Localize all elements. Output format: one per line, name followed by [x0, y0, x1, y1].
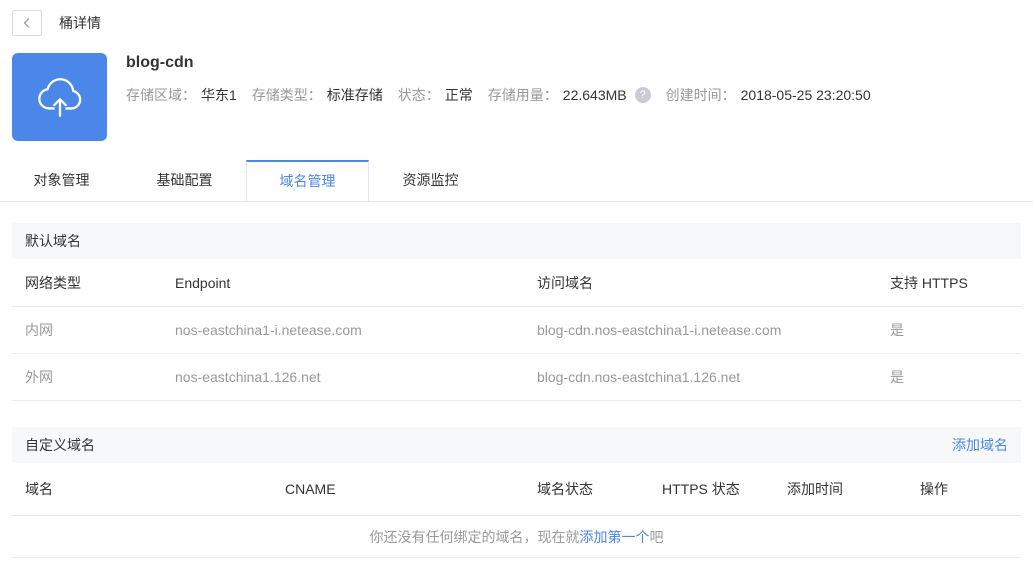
column-https-status: HTTPS 状态 [662, 481, 740, 497]
chevron-left-icon [23, 18, 30, 28]
table-row: 内网 nos-eastchina1-i.netease.com blog-cdn… [12, 307, 1021, 354]
tab-object-management[interactable]: 对象管理 [0, 160, 123, 201]
column-actions: 操作 [920, 481, 948, 497]
custom-domain-table-header: 域名 CNAME 域名状态 HTTPS 状态 添加时间 操作 [12, 463, 1021, 516]
table-row: 外网 nos-eastchina1.126.net blog-cdn.nos-e… [12, 354, 1021, 401]
empty-state-text: 你还没有任何绑定的域名，现在就 [369, 529, 580, 545]
column-endpoint: Endpoint [175, 274, 231, 291]
custom-domain-title: 自定义域名 [25, 437, 95, 453]
cell-https-support: 是 [890, 369, 904, 385]
column-https-support: 支持 HTTPS [890, 274, 968, 291]
topbar: 桶详情 [12, 10, 1021, 36]
tab-domain-management[interactable]: 域名管理 [246, 160, 369, 201]
help-icon[interactable]: ? [634, 87, 651, 103]
tab-basic-config[interactable]: 基础配置 [123, 160, 246, 201]
bucket-icon [12, 53, 107, 141]
cell-network-type: 内网 [25, 322, 53, 338]
default-domain-section-header: 默认域名 [12, 223, 1021, 259]
detail-created-time: 创建时间： 2018-05-25 23:20:50 [665, 87, 871, 103]
bucket-name: blog-cdn [126, 54, 194, 71]
cell-network-type: 外网 [25, 369, 53, 385]
detail-storage-usage: 存储用量： 22.643MB ? [488, 85, 651, 105]
cloud-upload-icon [37, 78, 81, 117]
bucket-header: blog-cdn 存储区域： 华东1 存储类型： 标准存储 状态： 正常 存储用… [12, 53, 1021, 141]
tab-resource-monitor[interactable]: 资源监控 [369, 160, 492, 201]
detail-storage-type: 存储类型： 标准存储 [251, 87, 383, 103]
tab-bar: 对象管理 基础配置 域名管理 资源监控 [0, 160, 1033, 202]
back-button[interactable] [12, 10, 42, 36]
bucket-details: 存储区域： 华东1 存储类型： 标准存储 状态： 正常 存储用量： 22.643… [126, 85, 886, 105]
default-domain-title: 默认域名 [25, 233, 81, 249]
cell-access-domain: blog-cdn.nos-eastchina1.126.net [537, 369, 741, 385]
add-first-domain-link[interactable]: 添加第一个 [580, 529, 650, 545]
custom-domain-section: 自定义域名 添加域名 域名 CNAME 域名状态 HTTPS 状态 添加时间 操… [12, 427, 1021, 558]
empty-state-text-suffix: 吧 [649, 529, 664, 545]
column-cname: CNAME [285, 481, 336, 497]
column-access-domain: 访问域名 [537, 274, 593, 291]
bucket-info: blog-cdn 存储区域： 华东1 存储类型： 标准存储 状态： 正常 存储用… [126, 53, 886, 141]
empty-state: 你还没有任何绑定的域名，现在就添加第一个吧 [12, 516, 1021, 558]
default-domain-section: 默认域名 网络类型 Endpoint 访问域名 支持 HTTPS 内网 nos-… [12, 223, 1021, 401]
detail-storage-region: 存储区域： 华东1 [126, 87, 237, 103]
column-add-time: 添加时间 [787, 481, 843, 497]
add-domain-button[interactable]: 添加域名 [952, 435, 1008, 455]
detail-status: 状态： 正常 [397, 87, 473, 103]
cell-access-domain: blog-cdn.nos-eastchina1-i.netease.com [537, 322, 782, 338]
cell-https-support: 是 [890, 322, 904, 338]
cell-endpoint: nos-eastchina1-i.netease.com [175, 322, 362, 338]
custom-domain-section-header: 自定义域名 添加域名 [12, 427, 1021, 463]
column-network-type: 网络类型 [25, 274, 81, 291]
page-title: 桶详情 [59, 15, 101, 31]
column-domain: 域名 [25, 481, 53, 497]
column-domain-status: 域名状态 [537, 481, 593, 497]
cell-endpoint: nos-eastchina1.126.net [175, 369, 321, 385]
default-domain-table-header: 网络类型 Endpoint 访问域名 支持 HTTPS [12, 259, 1021, 307]
